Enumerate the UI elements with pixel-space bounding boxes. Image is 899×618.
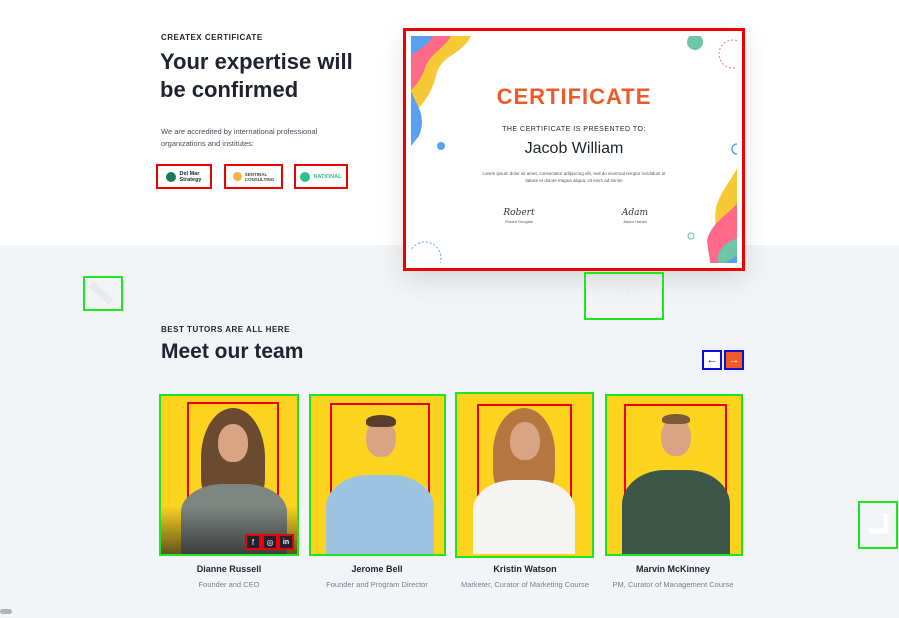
member-role: PM, Curator of Management Course: [612, 580, 734, 589]
certificate-eyebrow: CREATEX CERTIFICATE: [161, 33, 263, 42]
national-logo-icon: [300, 171, 311, 182]
accreditation-text: We are accredited by international profe…: [161, 127, 318, 148]
body-shape: [473, 480, 575, 554]
team-heading: Meet our team: [161, 340, 304, 363]
logo-text: Strategy: [179, 176, 202, 183]
instagram-icon[interactable]: ◎: [262, 534, 278, 550]
hair-shape: [662, 414, 690, 424]
decorative-shape-left: [83, 276, 123, 311]
certificate-document: CERTIFICATE THE CERTIFICATE IS PRESENTED…: [411, 36, 737, 263]
team-card-dianne-russell[interactable]: f ◎ in: [159, 394, 299, 556]
linkedin-icon[interactable]: in: [278, 534, 294, 550]
del-mar-logo-icon: [166, 171, 177, 182]
logo-text: CONSULTING: [244, 176, 275, 182]
certificate-heading-line1: Your expertise will: [160, 49, 353, 74]
body-shape: [326, 475, 434, 554]
signature-caption: Adam Harold: [623, 219, 647, 224]
face-shape: [510, 422, 540, 460]
certificate-preview[interactable]: CERTIFICATE THE CERTIFICATE IS PRESENTED…: [403, 28, 745, 271]
signature-left: Robert Robert Douglas: [489, 208, 549, 224]
logo-del-mar-strategy[interactable]: Del Mar Strategy: [156, 164, 212, 189]
member-name: Marvin McKinney: [635, 564, 711, 574]
dot-pattern-decoration: [584, 272, 664, 320]
face-shape: [218, 424, 248, 462]
member-name: Dianne Russell: [196, 564, 262, 574]
team-card-kristin-watson[interactable]: [455, 392, 594, 558]
certificate-heading: Your expertise will be confirmed: [160, 48, 380, 104]
diagonal-stripe-icon: [88, 281, 114, 305]
decorative-shape-right: [858, 501, 898, 549]
logo-text: NATIONAL: [313, 173, 342, 180]
next-arrow-button[interactable]: →: [724, 350, 744, 370]
arrow-right-icon: →: [728, 354, 740, 366]
logo-national[interactable]: NATIONAL: [294, 164, 348, 189]
team-section: [0, 245, 899, 618]
dot-grid-icon: [597, 283, 649, 305]
sentinal-logo-icon: [232, 172, 242, 181]
corner-shape-icon: [870, 513, 889, 534]
facebook-icon[interactable]: f: [245, 534, 261, 550]
member-name: Jerome Bell: [351, 564, 403, 574]
signature-script: Adam: [621, 208, 649, 218]
signature-right: Adam Adam Harold: [605, 208, 665, 224]
hair-shape: [366, 415, 396, 427]
horizontal-scrollbar[interactable]: [0, 609, 12, 614]
team-card-jerome-bell[interactable]: [309, 394, 446, 556]
certificate-title: CERTIFICATE: [496, 84, 652, 109]
member-photo: [473, 404, 575, 554]
certificate-presented-to: THE CERTIFICATE IS PRESENTED TO:: [502, 126, 646, 133]
member-photo: [622, 404, 730, 554]
prev-arrow-button[interactable]: ←: [702, 350, 722, 370]
member-photo: [326, 403, 434, 554]
logo-sentinal-consulting[interactable]: SENTINAL CONSULTING: [224, 164, 283, 189]
certificate-recipient: Jacob William: [524, 140, 624, 157]
team-eyebrow: BEST TUTORS ARE ALL HERE: [161, 325, 290, 334]
body-shape: [622, 470, 730, 554]
team-card-marvin-mckinney[interactable]: [605, 394, 743, 556]
certificate-heading-line2: be confirmed: [160, 77, 299, 102]
signature-script: Robert: [503, 208, 535, 218]
member-name: Kristin Watson: [493, 564, 557, 574]
certificate-body-text: Lorem ipsum dolor sit amet, consectetur …: [482, 171, 666, 183]
signature-caption: Robert Douglas: [505, 219, 533, 224]
arrow-left-icon: ←: [706, 354, 718, 366]
